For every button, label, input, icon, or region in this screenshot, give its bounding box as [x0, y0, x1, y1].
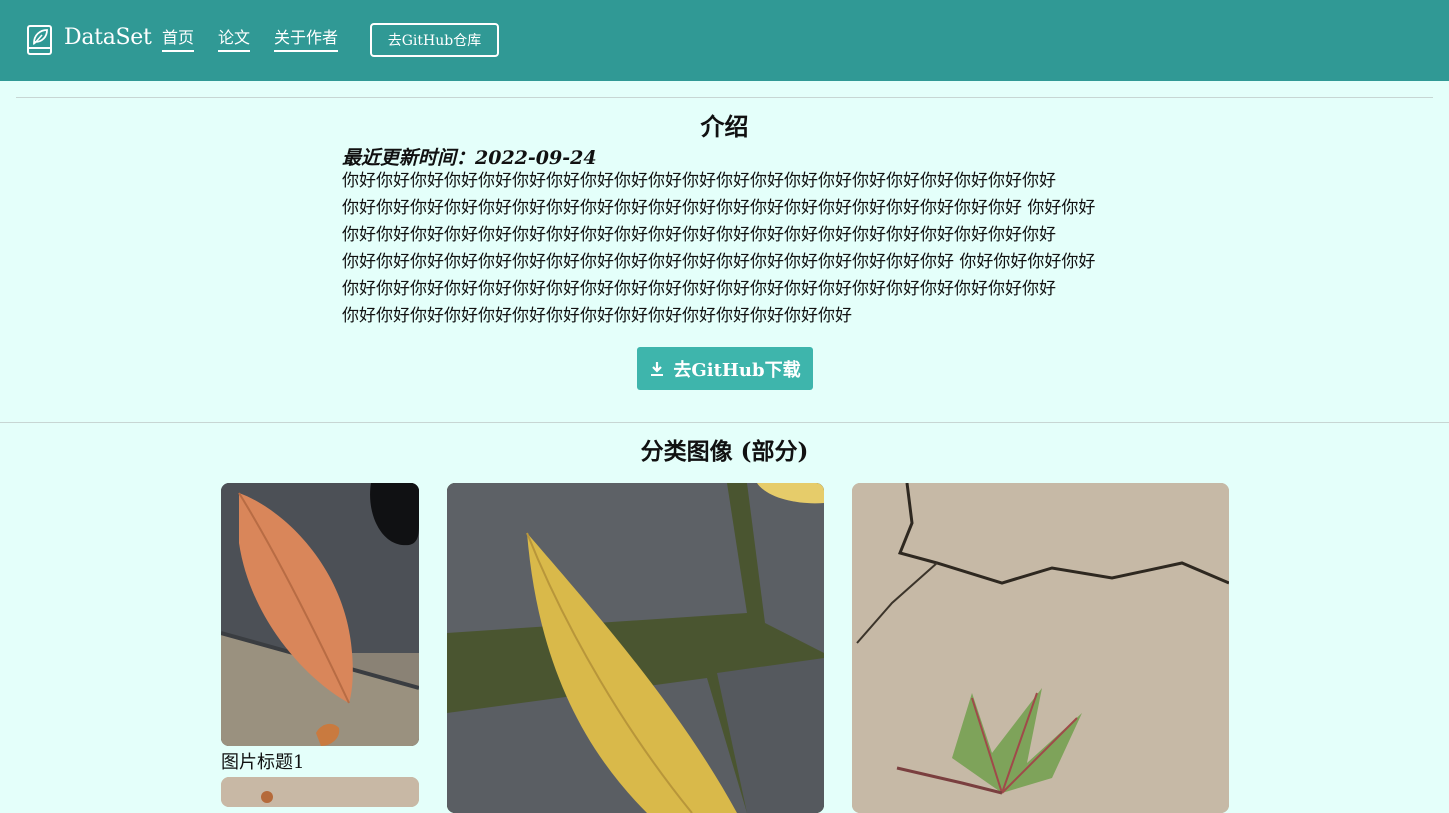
- last-updated-text: 最近更新时间：2022-09-24: [342, 147, 597, 169]
- book-leaf-icon[interactable]: [26, 24, 54, 56]
- download-icon: [651, 361, 664, 376]
- section-divider: [16, 97, 1433, 98]
- image-caption: 图片标题1: [221, 752, 305, 773]
- top-nav-bar: DataSet 首页 论文 关于作者 去GitHub仓库: [0, 0, 1449, 81]
- intro-line: 你好你好你好你好你好你好你好你好你好你好你好你好你好你好你好你好你好你好 你好你…: [342, 252, 1096, 272]
- github-repo-button[interactable]: 去GitHub仓库: [370, 23, 499, 57]
- intro-line: 你好你好你好你好你好你好你好你好你好你好你好你好你好你好你好你好你好你好你好你好…: [342, 225, 1056, 245]
- orange-leaf-photo: [221, 483, 419, 746]
- gallery-image-3[interactable]: [447, 483, 824, 813]
- section-divider: [0, 422, 1449, 423]
- maple-leaf-photo: [852, 483, 1229, 813]
- brand-name[interactable]: DataSet: [64, 25, 152, 50]
- leaf-photo-partial: [221, 777, 419, 807]
- yellow-leaf-photo: [447, 483, 824, 813]
- intro-paragraph: 你好你好你好你好你好你好你好你好你好你好你好你好你好你好你好 你好你好你好你好你好…: [342, 168, 1112, 330]
- intro-line: 你好你好你好你好你好你好你好你好你好你好你好你好你好你好你好你好你好你好你好你好…: [342, 198, 1096, 218]
- nav-about-link[interactable]: 关于作者: [274, 28, 339, 52]
- github-download-button[interactable]: 去GitHub下载: [637, 347, 813, 390]
- download-button-label: 去GitHub下载: [673, 359, 801, 381]
- gallery-image-2[interactable]: [221, 777, 419, 807]
- gallery-image-4[interactable]: [852, 483, 1229, 813]
- intro-line: 你好你好你好你好你好你好你好你好你好你好你好你好你好你好你好你好你好你好你好你好…: [342, 171, 1056, 191]
- nav-paper-link[interactable]: 论文: [218, 28, 251, 52]
- intro-line: 你好你好你好你好你好你好你好你好你好你好你好你好你好你好你好: [342, 306, 852, 326]
- gallery-image-1[interactable]: [221, 483, 419, 746]
- gallery-heading: 分类图像 (部分): [640, 438, 809, 465]
- nav-home-link[interactable]: 首页: [162, 28, 195, 52]
- intro-heading: 介绍: [700, 112, 749, 141]
- intro-line: 你好你好你好你好你好你好你好你好你好你好你好你好你好你好你好你好你好你好你好你好…: [342, 279, 1056, 299]
